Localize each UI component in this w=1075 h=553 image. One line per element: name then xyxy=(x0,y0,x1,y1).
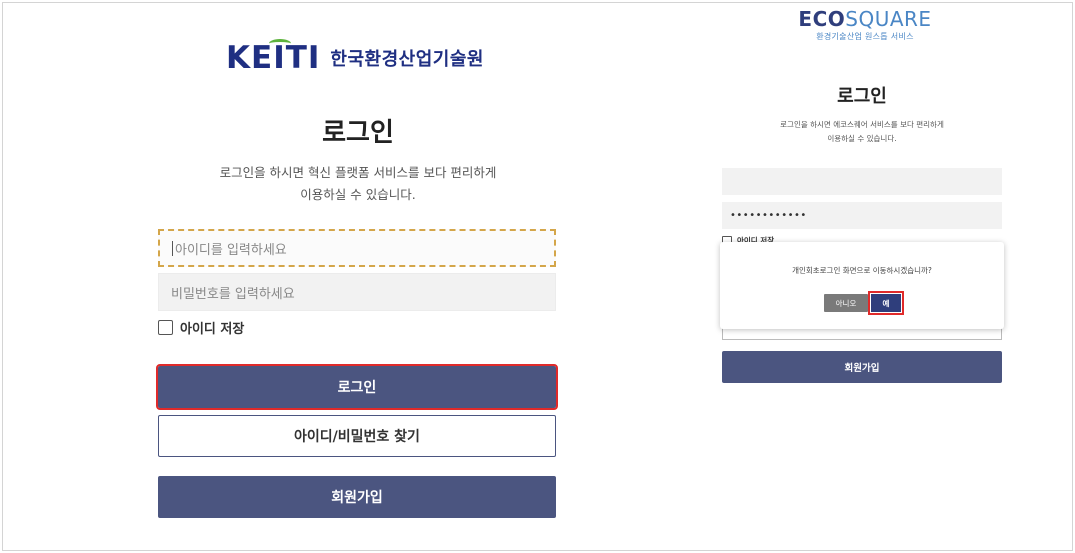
eco-description-line-1: 로그인을 하시면 에코스퀘어 서비스를 보다 편리하게 xyxy=(780,120,944,129)
keiti-login-panel: KEITI 한국환경산업기술원 로그인 로그인을 하시면 혁신 플랫폼 서비스를… xyxy=(0,0,720,553)
password-placeholder: 비밀번호를 입력하세요 xyxy=(171,286,295,302)
dialog-yes-button[interactable]: 예 xyxy=(868,291,904,315)
eco-login-description: 로그인을 하시면 에코스퀘어 서비스를 보다 편리하게 이용하실 수 있습니다. xyxy=(722,118,1002,146)
ecosquare-logo-subtitle: 환경기술산업 원스톱 서비스 xyxy=(816,32,914,41)
password-input[interactable]: 비밀번호를 입력하세요 xyxy=(158,273,556,311)
login-description: 로그인을 하시면 혁신 플랫폼 서비스를 보다 편리하게 이용하실 수 있습니다… xyxy=(158,162,558,206)
login-button[interactable]: 로그인 xyxy=(156,364,558,410)
signup-button[interactable]: 회원가입 xyxy=(158,476,556,518)
keiti-org-name: 한국환경산업기술원 xyxy=(330,49,484,70)
confirm-dialog: 개인회초로그인 화면으로 이동하시겠습니까? 아니오 예 xyxy=(720,242,1004,329)
keiti-logo-mark: KEITI xyxy=(226,38,320,74)
description-line-2: 이용하실 수 있습니다. xyxy=(300,187,416,202)
eco-page-title: 로그인 xyxy=(837,86,887,107)
keiti-logo: KEITI 한국환경산업기술원 xyxy=(226,38,484,76)
checkbox-icon[interactable] xyxy=(158,320,173,335)
ecosquare-logo: ECOSQUARE 환경기술산업 원스톱 서비스 xyxy=(790,8,940,42)
eco-description-line-2: 이용하실 수 있습니다. xyxy=(827,134,897,143)
find-id-password-button[interactable]: 아이디/비밀번호 찾기 xyxy=(158,415,556,457)
id-placeholder: 아이디를 입력하세요 xyxy=(175,242,287,258)
eco-signup-button[interactable]: 회원가입 xyxy=(722,351,1002,383)
remember-id-checkbox[interactable]: 아이디 저장 xyxy=(158,318,244,337)
logo-eco: ECO xyxy=(798,7,846,31)
id-input[interactable]: 아이디를 입력하세요 xyxy=(158,229,556,267)
dialog-no-button[interactable]: 아니오 xyxy=(824,294,868,312)
eco-password-input[interactable]: •••••••••••• xyxy=(722,202,1002,229)
dialog-message: 개인회초로그인 화면으로 이동하시겠습니까? xyxy=(792,266,932,275)
description-line-1: 로그인을 하시면 혁신 플랫폼 서비스를 보다 편리하게 xyxy=(219,165,497,180)
text-caret xyxy=(172,240,173,256)
leaf-icon xyxy=(269,38,291,48)
logo-square: SQUARE xyxy=(845,7,932,31)
eco-id-input[interactable] xyxy=(722,168,1002,195)
remember-id-label: 아이디 저장 xyxy=(180,322,245,337)
ecosquare-logo-text: ECOSQUARE xyxy=(790,8,940,30)
page-title: 로그인 xyxy=(322,118,394,148)
